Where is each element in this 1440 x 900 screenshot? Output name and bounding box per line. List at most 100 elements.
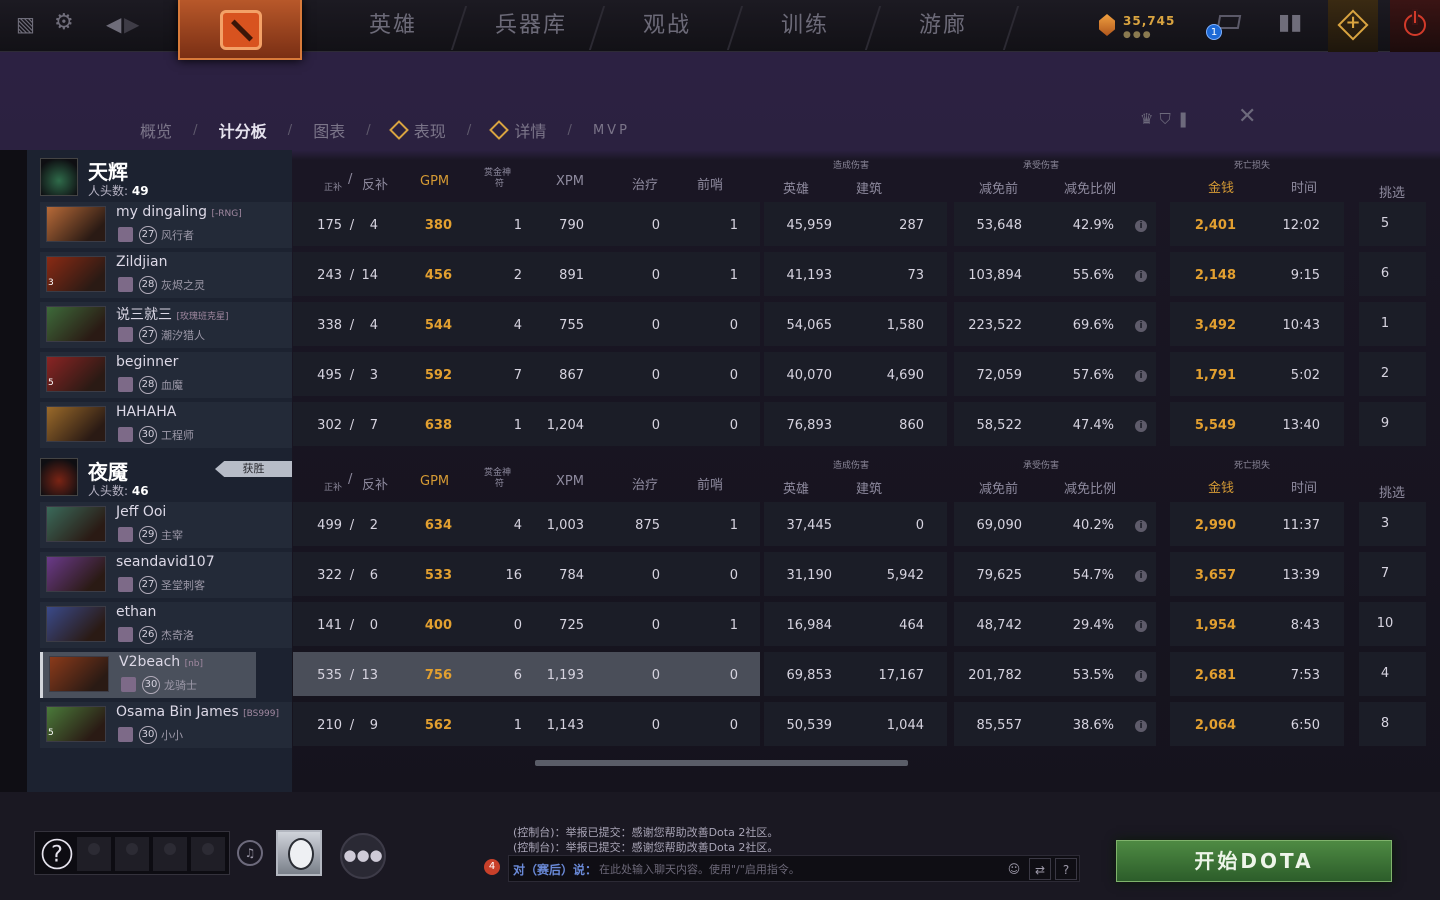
subtab-mvp[interactable]: MVP [593, 123, 630, 138]
subtab-scoreboard[interactable]: 计分板 [219, 118, 267, 142]
rank-medal-icon [118, 427, 133, 442]
subtab-details[interactable]: 详情 [514, 118, 546, 142]
team-header: 天辉 人头数: 49 [40, 154, 292, 200]
player-row[interactable]: 5 Osama Bin James [BS999] 30 小小 [40, 702, 292, 748]
dota-logo-button[interactable] [178, 0, 302, 60]
cell-gpm: 456 [424, 268, 452, 283]
info-icon[interactable]: i [1135, 420, 1147, 432]
tab-heroes[interactable]: 英雄 [324, 0, 462, 52]
party-leader-icon[interactable]: ? [41, 838, 73, 870]
chat-input[interactable] [599, 859, 989, 879]
player-row[interactable]: V2beach [nb] 30 龙骑士 [40, 652, 256, 698]
cell-damage-taken: 85,557 [976, 718, 1023, 733]
dota-plus-button[interactable]: + [1328, 0, 1378, 52]
plus-icon: + [1345, 12, 1361, 33]
party-slot[interactable] [77, 837, 111, 871]
player-row[interactable]: HAHAHA 30 工程师 [40, 402, 292, 448]
cell-denies: 9 [369, 718, 378, 733]
player-row[interactable]: seandavid107 27 圣堂刺客 [40, 552, 292, 598]
player-name-text: Zildjian [116, 254, 168, 270]
hero-level: 27 [139, 326, 157, 344]
player-row[interactable]: 说三就三 [玫瑰班克星] 27 潮汐猎人 [40, 302, 292, 348]
player-name[interactable]: seandavid107 [116, 554, 215, 570]
crown-icon[interactable]: ♛ [1140, 110, 1159, 128]
player-row[interactable]: 5 beginner 28 血魔 [40, 352, 292, 398]
settings-gear-icon[interactable]: ⚙ [54, 10, 74, 35]
cell-pick-order: 3 [1380, 516, 1390, 531]
cell-hero-damage: 54,065 [786, 318, 833, 333]
info-icon[interactable]: i [1135, 270, 1147, 282]
chat-channel-label[interactable]: 对（赛后）说： [513, 861, 597, 878]
player-name[interactable]: HAHAHA [116, 404, 176, 420]
info-icon[interactable]: i [1135, 220, 1147, 232]
party-slot[interactable] [191, 837, 225, 871]
cell-denies: 4 [369, 318, 378, 333]
tab-learn[interactable]: 训练 [736, 0, 874, 52]
cell-death-time: 10:43 [1282, 318, 1320, 333]
info-icon[interactable]: i [1135, 620, 1147, 632]
cell-xpm: 867 [559, 368, 584, 383]
info-icon[interactable]: i [1135, 670, 1147, 682]
cell-healing: 0 [651, 418, 660, 433]
chat-wheel-icon[interactable]: ⇄ [1029, 858, 1051, 880]
subtab-overview[interactable]: 概览 [140, 118, 172, 142]
dota-plus-icon[interactable]: ▧ [16, 12, 35, 36]
voice-chat-icon[interactable]: ♫ [237, 840, 263, 866]
tab-watch[interactable]: 观战 [598, 0, 736, 52]
cell-denies: 7 [369, 418, 378, 433]
hero-portrait [46, 606, 106, 642]
party-slot[interactable] [115, 837, 149, 871]
info-icon[interactable]: i [1135, 720, 1147, 732]
info-icon[interactable]: i [1135, 570, 1147, 582]
player-row[interactable]: my dingaling [-RNG] 27 风行者 [40, 202, 292, 248]
header-taken-ratio: 减免比例 [1064, 482, 1117, 497]
info-icon[interactable]: i [1135, 370, 1147, 382]
cell-xpm: 755 [559, 318, 584, 333]
subtab-performance[interactable]: 表现 [414, 118, 446, 142]
inventory-icon[interactable]: ▮▮ [1278, 10, 1302, 35]
emoji-icon[interactable]: ☺ [1003, 858, 1025, 880]
forward-arrow-icon[interactable]: ▶ [124, 12, 139, 36]
info-icon[interactable]: i [1135, 520, 1147, 532]
player-name[interactable]: Jeff Ooi [116, 504, 166, 520]
cell-pick-order: 10 [1376, 616, 1394, 631]
horizontal-scrollbar[interactable] [535, 760, 908, 766]
subtab-graphs[interactable]: 图表 [313, 118, 345, 142]
cell-damage-taken: 201,782 [968, 668, 1022, 683]
player-row[interactable]: ethan 26 杰奇洛 [40, 602, 292, 648]
bookmark-icon[interactable]: ❚ [1177, 110, 1196, 128]
rank-icon[interactable]: ⛉ [1159, 110, 1176, 128]
info-icon[interactable]: i [1135, 320, 1147, 332]
power-button[interactable] [1390, 0, 1440, 52]
cell-pick-order: 2 [1380, 366, 1390, 381]
team-kills-value: 46 [131, 484, 149, 498]
friends-icon[interactable]: ●●● [340, 833, 386, 879]
back-arrow-icon[interactable]: ◀ [106, 12, 121, 36]
play-dota-button[interactable]: 开始DOTA [1116, 840, 1392, 882]
tab-arcade[interactable]: 游廊 [874, 0, 1012, 52]
header-wards: 前哨 [697, 178, 724, 193]
player-name-text: V2beach [119, 654, 181, 670]
cell-death-time: 11:37 [1282, 518, 1320, 533]
player-name[interactable]: beginner [116, 354, 178, 370]
cell-pick-order: 6 [1380, 266, 1390, 281]
cell-wards: 1 [729, 618, 738, 633]
cell-wards: 1 [729, 518, 738, 533]
cell-gpm: 562 [424, 718, 452, 733]
header-death-gold: 金钱 [1208, 181, 1235, 196]
player-name[interactable]: my dingaling [-RNG] [116, 204, 242, 220]
tab-armory[interactable]: 兵器库 [462, 0, 600, 52]
player-name[interactable]: ethan [116, 604, 156, 620]
user-avatar[interactable] [276, 830, 322, 876]
help-button[interactable]: ? [1055, 858, 1077, 880]
cell-wards: 0 [729, 318, 738, 333]
hero-portrait [46, 206, 106, 242]
player-name[interactable]: 说三就三 [玫瑰班克星] [116, 304, 228, 324]
player-row[interactable]: 3 Zildjian 28 灰烬之灵 [40, 252, 292, 298]
player-name[interactable]: V2beach [nb] [119, 654, 203, 670]
party-slot[interactable] [153, 837, 187, 871]
player-name[interactable]: Osama Bin James [BS999] [116, 704, 279, 720]
player-name[interactable]: Zildjian [116, 254, 168, 270]
close-icon[interactable]: ✕ [1238, 104, 1256, 129]
player-row[interactable]: Jeff Ooi 29 主宰 [40, 502, 292, 548]
